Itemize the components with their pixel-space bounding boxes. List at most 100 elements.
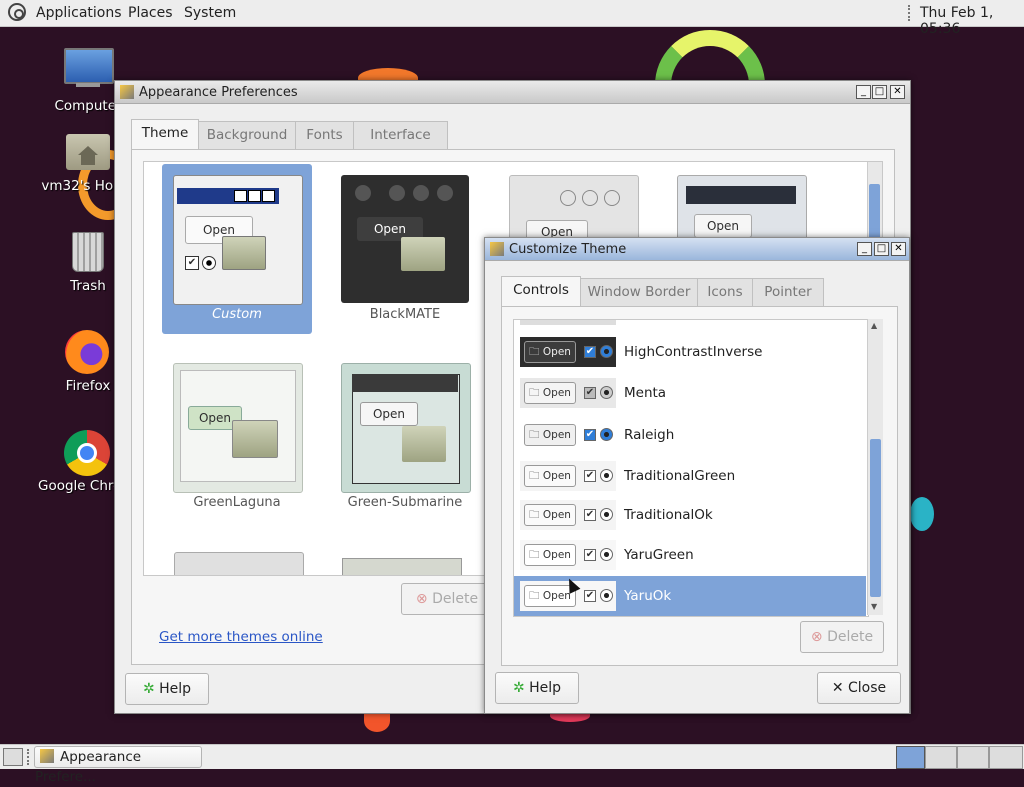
- customize-minimize-button[interactable]: _: [857, 242, 872, 256]
- theme-card-blackmate[interactable]: Open BlackMATE: [330, 164, 480, 334]
- control-theme-name: Raleigh: [624, 427, 675, 443]
- preview-open-button: 🗀 Open: [524, 424, 576, 446]
- customize-window-icon: [490, 242, 504, 256]
- home-folder-icon: [66, 134, 110, 170]
- theme-card-custom[interactable]: Open ✔ Custom: [162, 164, 312, 334]
- radio-icon: [600, 428, 613, 441]
- workspace-1[interactable]: [896, 746, 925, 769]
- control-theme-row[interactable]: 🗀 Open ✔ Raleigh: [514, 415, 866, 455]
- maximize-button[interactable]: □: [872, 85, 887, 99]
- control-theme-row[interactable]: 🗀 Open ✔ TraditionalOk: [514, 495, 866, 535]
- theme-card-greenlaguna[interactable]: Open GreenLaguna: [162, 352, 312, 522]
- workspace-3[interactable]: [957, 746, 989, 769]
- customize-maximize-button[interactable]: □: [874, 242, 889, 256]
- theme-thumb-blackmate: Open: [341, 175, 469, 303]
- firefox-icon: [65, 330, 109, 374]
- delete-icon: ⊗: [810, 629, 823, 645]
- radio-icon: [600, 508, 613, 521]
- places-menu[interactable]: Places: [128, 5, 173, 21]
- theme-name-custom: Custom: [212, 307, 262, 322]
- appearance-titlebar[interactable]: Appearance Preferences _ □ ✕: [115, 81, 910, 104]
- control-theme-preview: 🗀 Open ✔: [520, 500, 616, 530]
- theme-card-7[interactable]: [174, 552, 304, 575]
- scroll-up-icon[interactable]: ▲: [871, 321, 877, 330]
- control-theme-row[interactable]: 🗀 Open ✔ YaruGreen: [514, 535, 866, 575]
- show-desktop-icon[interactable]: [3, 748, 23, 766]
- workspace-2[interactable]: [925, 746, 957, 769]
- theme-name-greenlaguna: GreenLaguna: [193, 495, 281, 510]
- control-theme-name: TraditionalOk: [624, 507, 713, 523]
- controls-scrollbar[interactable]: ▲ ▼: [867, 319, 883, 615]
- control-theme-name: HighContrastInverse: [624, 344, 763, 360]
- get-more-themes-link[interactable]: Get more themes online: [159, 629, 323, 645]
- theme-thumb-greenlaguna: Open: [173, 363, 303, 493]
- appearance-tabs: Theme Background Fonts Interface: [131, 119, 451, 150]
- checkbox-icon: ✔: [584, 387, 596, 399]
- appearance-window-title: Appearance Preferences: [139, 85, 298, 100]
- clock[interactable]: Thu Feb 1, 05:36: [920, 5, 1024, 37]
- applications-menu[interactable]: Applications: [36, 5, 122, 21]
- control-theme-row[interactable]: 🗀 Open ✔ TraditionalGreen: [514, 456, 866, 496]
- mate-logo-icon[interactable]: [8, 3, 26, 21]
- theme-card-8[interactable]: [342, 558, 462, 575]
- checkbox-icon: ✔: [584, 590, 596, 602]
- checkbox-icon: ✔: [584, 470, 596, 482]
- folder-icon: [222, 236, 266, 270]
- customize-help-button[interactable]: ✲ Help: [495, 672, 579, 704]
- customize-close-window-button[interactable]: ✕: [891, 242, 906, 256]
- tab-fonts[interactable]: Fonts: [295, 121, 354, 149]
- customize-close-button[interactable]: ✕ Close: [817, 672, 901, 704]
- preview-open-button: 🗀 Open: [524, 382, 576, 404]
- scroll-down-icon[interactable]: ▼: [871, 602, 877, 611]
- radio-icon: [600, 589, 613, 602]
- close-window-button[interactable]: ✕: [890, 85, 905, 99]
- preview-open-button: 🗀 Open: [524, 544, 576, 566]
- tab-interface[interactable]: Interface: [353, 121, 448, 149]
- control-theme-preview: 🗀 Open ✔: [520, 420, 616, 450]
- tab-window-border[interactable]: Window Border: [580, 278, 698, 306]
- panel-handle-icon[interactable]: [908, 5, 913, 21]
- customize-titlebar[interactable]: Customize Theme _ □ ✕: [485, 238, 909, 261]
- delete-icon: ⊗: [415, 591, 428, 607]
- radio-icon: [600, 386, 613, 399]
- folder-icon: [402, 426, 446, 462]
- preview-open-button: 🗀 Open: [524, 504, 576, 526]
- appearance-window-icon: [120, 85, 134, 99]
- tab-icons[interactable]: Icons: [697, 278, 753, 306]
- theme-name-blackmate: BlackMATE: [369, 307, 441, 322]
- preview-open-button: 🗀 Open: [524, 465, 576, 487]
- control-theme-row[interactable]: 🗀 Open ✔ HighContrastInverse: [514, 332, 866, 372]
- customize-tabs: Controls Window Border Icons Pointer: [501, 276, 831, 307]
- control-theme-name: TraditionalGreen: [624, 468, 736, 484]
- control-theme-preview: 🗀 Open ✔: [520, 461, 616, 491]
- checkbox-icon: ✔: [584, 549, 596, 561]
- radio-icon: [600, 345, 613, 358]
- wallpaper-blob-teal: [910, 497, 934, 531]
- tab-background[interactable]: Background: [198, 121, 296, 149]
- radio-icon: [600, 469, 613, 482]
- checkbox-icon: ✔: [584, 429, 596, 441]
- control-theme-row[interactable]: 🗀 Open ✔ Menta: [514, 373, 866, 413]
- theme-card-green-submarine[interactable]: Open Green-Submarine: [330, 352, 480, 522]
- appearance-help-button[interactable]: ✲ Help: [125, 673, 209, 705]
- tab-pointer[interactable]: Pointer: [752, 278, 824, 306]
- appearance-app-icon: [40, 749, 54, 763]
- tab-theme[interactable]: Theme: [131, 119, 199, 149]
- tab-controls[interactable]: Controls: [501, 276, 581, 306]
- minimize-button[interactable]: _: [856, 85, 871, 99]
- checkbox-icon: ✔: [584, 509, 596, 521]
- system-menu[interactable]: System: [184, 5, 236, 21]
- scroll-thumb[interactable]: [870, 439, 881, 597]
- top-panel: Applications Places System Thu Feb 1, 05…: [0, 0, 1024, 37]
- preview-open-button: 🗀 Open: [524, 341, 576, 363]
- control-theme-preview: 🗀 Open ✔: [520, 540, 616, 570]
- workspace-4[interactable]: [989, 746, 1023, 769]
- computer-icon: [64, 48, 114, 84]
- trash-icon: [72, 232, 104, 272]
- help-icon: ✲: [142, 681, 155, 697]
- taskbar-appearance-button[interactable]: Appearance Prefere...: [34, 746, 202, 785]
- controls-delete-button: ⊗ Delete: [800, 621, 884, 653]
- close-icon: ✕: [831, 680, 844, 696]
- checkbox-icon: ✔: [584, 346, 596, 358]
- theme-thumb-custom: Open ✔: [173, 175, 303, 305]
